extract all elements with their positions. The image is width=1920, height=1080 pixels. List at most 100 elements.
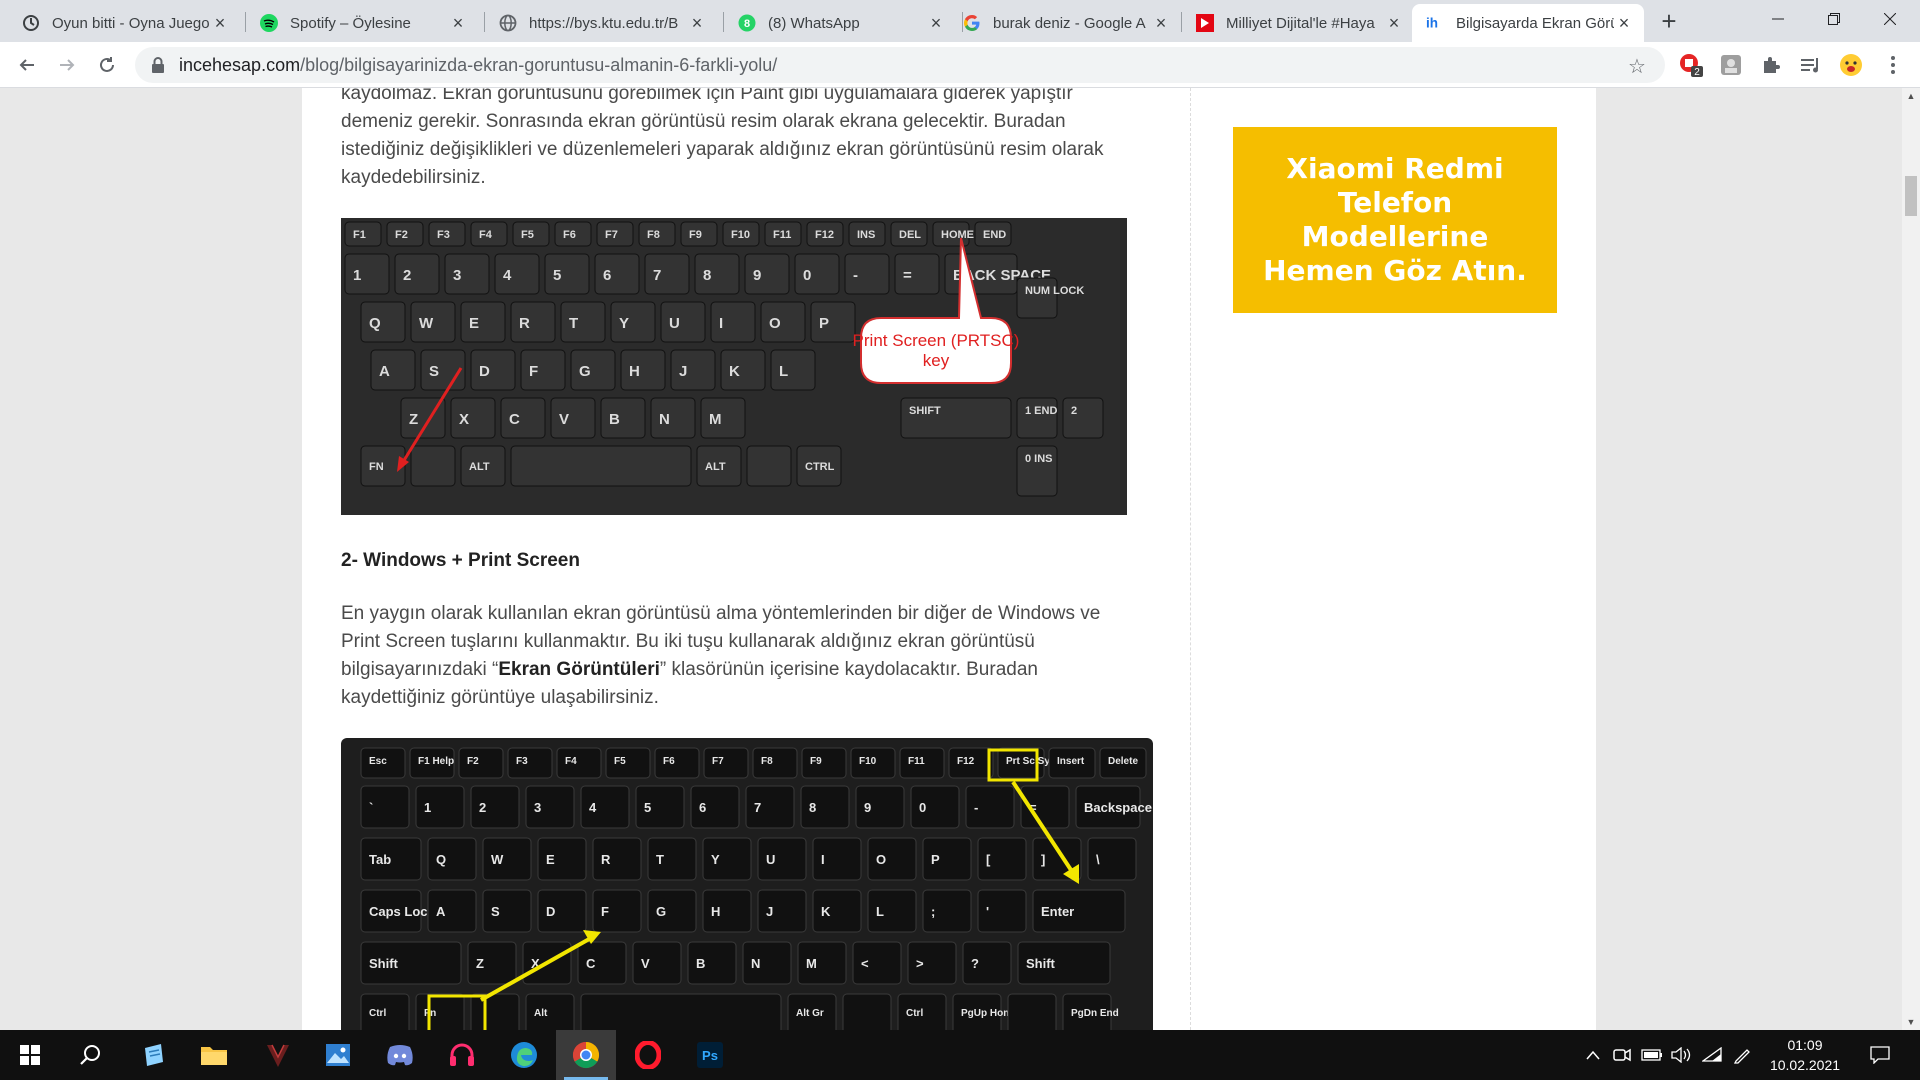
taskbar-clock[interactable]: 01:09 10.02.2021 xyxy=(1760,1035,1850,1075)
close-icon[interactable]: × xyxy=(926,13,946,33)
key-label: 9 xyxy=(864,800,871,815)
extension-profile-button[interactable] xyxy=(1718,52,1744,78)
key-label: Enter xyxy=(1041,904,1074,919)
key-label: F7 xyxy=(712,756,724,767)
tab-milliyet[interactable]: Milliyet Dijital'le #Haya × xyxy=(1182,4,1414,42)
key-label: Q xyxy=(369,315,381,332)
new-tab-button[interactable]: + xyxy=(1655,8,1683,36)
taskbar-app-headset[interactable] xyxy=(432,1030,492,1080)
media-controls-button[interactable] xyxy=(1798,52,1824,78)
bookmark-star-icon[interactable]: ☆ xyxy=(1628,54,1646,79)
page-scrollbar[interactable]: ▲ ▼ xyxy=(1902,88,1920,1030)
search-button[interactable] xyxy=(60,1030,120,1080)
keyboard-key: 0 xyxy=(794,253,840,295)
keyboard-key xyxy=(1007,993,1057,1030)
back-button[interactable] xyxy=(12,50,42,80)
tab-title: Bilgisayarda Ekran Görü xyxy=(1456,14,1614,32)
keyboard-key: 2 xyxy=(470,785,520,829)
tab-oyun-bitti[interactable]: Oyun bitti - Oyna Juegos × xyxy=(8,4,240,42)
chrome-icon xyxy=(572,1041,600,1069)
meet-now-icon[interactable] xyxy=(1608,1030,1636,1080)
key-cap xyxy=(450,397,496,439)
key-label: 2 xyxy=(403,267,411,284)
key-label: F3 xyxy=(516,756,528,767)
taskbar-app-chrome[interactable] xyxy=(556,1030,616,1080)
ad-banner-xiaomi[interactable]: Xiaomi Redmi Telefon Modellerine Hemen G… xyxy=(1233,127,1557,313)
tab-bilgisayarda-ekran[interactable]: ih Bilgisayarda Ekran Görü × xyxy=(1412,4,1644,42)
taskbar-app-photos[interactable] xyxy=(308,1030,368,1080)
key-label: A xyxy=(436,904,446,919)
key-label: 0 xyxy=(919,800,926,815)
keyboard-key: F11 xyxy=(764,221,802,247)
network-icon[interactable] xyxy=(1698,1030,1726,1080)
tab-spotify[interactable]: Spotify – Öylesine × xyxy=(246,4,478,42)
key-label: F11 xyxy=(908,756,925,767)
tab-whatsapp[interactable]: 8 (8) WhatsApp × xyxy=(724,4,956,42)
pen-workspace-icon[interactable] xyxy=(1728,1030,1756,1080)
scrollbar-thumb[interactable] xyxy=(1905,176,1917,216)
globe-icon xyxy=(499,14,517,32)
close-icon[interactable]: × xyxy=(1614,13,1634,33)
key-label: = xyxy=(903,267,912,284)
keyboard-key: Ctrl xyxy=(360,993,410,1030)
close-icon[interactable]: × xyxy=(210,13,230,33)
key-cap xyxy=(620,349,666,391)
tab-google[interactable]: burak deniz - Google A × xyxy=(949,4,1181,42)
key-label: NUM LOCK xyxy=(1025,285,1084,297)
tab-title: Oyun bitti - Oyna Juegos xyxy=(52,14,210,32)
notifications-icon[interactable] xyxy=(1860,1030,1900,1080)
taskbar-app-photoshop[interactable]: Ps xyxy=(680,1030,740,1080)
keyboard-key xyxy=(510,445,692,487)
close-icon[interactable]: × xyxy=(1151,13,1171,33)
keyboard-key: 2 xyxy=(1062,397,1104,439)
taskbar-app-predator[interactable] xyxy=(248,1030,308,1080)
key-label: H xyxy=(629,363,640,380)
close-window-button[interactable] xyxy=(1860,0,1920,38)
keyboard-key: Tab xyxy=(360,837,422,881)
keyboard-key: CTRL xyxy=(796,445,842,487)
keyboard-key: K xyxy=(812,889,862,933)
taskbar-app-opera[interactable] xyxy=(618,1030,678,1080)
chrome-menu-button[interactable] xyxy=(1880,52,1906,78)
key-cap xyxy=(507,747,553,779)
extension-adblock-button[interactable]: 2 xyxy=(1678,52,1704,78)
keyboard-key: F3 xyxy=(428,221,466,247)
close-icon[interactable]: × xyxy=(1384,13,1404,33)
key-label: F1 xyxy=(353,229,366,241)
taskbar-app-edge[interactable] xyxy=(494,1030,554,1080)
scroll-down-arrow-icon[interactable]: ▼ xyxy=(1902,1014,1920,1030)
key-cap xyxy=(458,747,504,779)
forward-button[interactable] xyxy=(52,50,82,80)
start-button[interactable] xyxy=(0,1030,60,1080)
browser-toolbar: incehesap.com/blog/bilgisayarinizda-ekra… xyxy=(0,42,1920,88)
keyboard-key: Enter xyxy=(1032,889,1126,933)
key-cap xyxy=(752,747,798,779)
key-label: W xyxy=(419,315,434,332)
key-cap xyxy=(644,253,690,295)
key-cap xyxy=(344,253,390,295)
keyboard-key: F2 xyxy=(458,747,504,779)
volume-icon[interactable] xyxy=(1668,1030,1696,1080)
reload-button[interactable] xyxy=(92,50,122,80)
address-bar[interactable]: incehesap.com/blog/bilgisayarinizda-ekra… xyxy=(135,47,1665,83)
tray-overflow-chevron-icon[interactable] xyxy=(1580,1030,1606,1080)
close-icon[interactable]: × xyxy=(687,13,707,33)
keyboard-key: H xyxy=(702,889,752,933)
scroll-up-arrow-icon[interactable]: ▲ xyxy=(1902,88,1920,104)
extensions-button[interactable] xyxy=(1758,52,1784,78)
kebab-menu-icon xyxy=(1891,56,1895,74)
tab-bys-ktu[interactable]: https://bys.ktu.edu.tr/B × xyxy=(485,4,717,42)
keyboard-key: M xyxy=(700,397,746,439)
key-label: 2 xyxy=(479,800,486,815)
key-label: 1 xyxy=(353,267,361,284)
key-label: Shift xyxy=(1026,956,1056,971)
taskbar-app-explorer[interactable] xyxy=(184,1030,244,1080)
battery-icon[interactable] xyxy=(1638,1030,1666,1080)
taskbar-app-notes[interactable] xyxy=(124,1030,184,1080)
key-cap xyxy=(670,349,716,391)
profile-avatar-button[interactable] xyxy=(1838,52,1864,78)
taskbar-app-discord[interactable] xyxy=(370,1030,430,1080)
restore-button[interactable] xyxy=(1804,0,1864,38)
minimize-button[interactable] xyxy=(1748,0,1808,38)
close-icon[interactable]: × xyxy=(448,13,468,33)
